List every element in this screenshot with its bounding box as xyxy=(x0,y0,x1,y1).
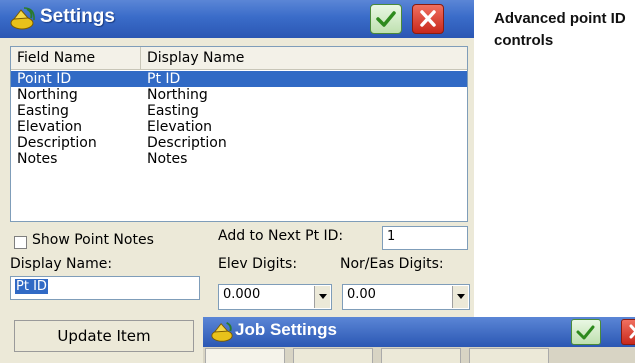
satellite-icon xyxy=(211,321,233,342)
elev-digits-select[interactable]: 0.000 xyxy=(218,284,332,310)
display-name: Description xyxy=(147,135,227,151)
job-title-bar: Job Settings xyxy=(203,317,635,347)
tab[interactable] xyxy=(205,348,285,363)
close-button[interactable] xyxy=(412,4,444,34)
elev-digits-value: 0.000 xyxy=(223,287,261,302)
list-header: Field Name Display Name xyxy=(11,47,467,70)
checkmark-icon xyxy=(376,11,396,27)
job-close-button[interactable] xyxy=(621,319,635,345)
field-name: Elevation xyxy=(17,119,83,135)
display-name-input[interactable]: Pt ID xyxy=(10,276,200,300)
column-header-field-name[interactable]: Field Name xyxy=(11,47,141,69)
title-bar: Settings xyxy=(0,0,474,38)
field-name: Point ID xyxy=(17,71,72,87)
display-name: Notes xyxy=(147,151,188,167)
close-icon xyxy=(629,324,635,339)
display-name: Northing xyxy=(147,87,208,103)
nor-eas-digits-label: Nor/Eas Digits: xyxy=(340,256,444,272)
elev-digits-label: Elev Digits: xyxy=(218,256,298,272)
tab[interactable] xyxy=(293,348,373,363)
job-settings-window: Job Settings xyxy=(203,317,635,363)
field-name: Northing xyxy=(17,87,78,103)
list-item[interactable]: Elevation Elevation xyxy=(11,119,467,135)
chevron-down-icon xyxy=(452,286,468,308)
chevron-down-icon xyxy=(314,286,330,308)
display-name: Pt ID xyxy=(147,71,181,87)
close-icon xyxy=(420,10,436,27)
nor-eas-digits-select[interactable]: 0.00 xyxy=(342,284,470,310)
display-name: Easting xyxy=(147,103,199,119)
field-name: Notes xyxy=(17,151,58,167)
field-name: Description xyxy=(17,135,97,151)
nor-eas-digits-value: 0.00 xyxy=(347,287,376,302)
window-title: Settings xyxy=(40,6,115,27)
list-item[interactable]: Notes Notes xyxy=(11,151,467,167)
job-tab-strip xyxy=(203,347,635,363)
show-point-notes-label: Show Point Notes xyxy=(32,232,154,248)
settings-window: Settings Field Name Display Name Point I… xyxy=(0,0,474,363)
display-name: Elevation xyxy=(147,119,213,135)
field-list[interactable]: Field Name Display Name Point ID Pt ID N… xyxy=(10,46,468,222)
column-header-display-name[interactable]: Display Name xyxy=(141,47,467,69)
checkmark-icon xyxy=(576,325,595,340)
caption-text: Advanced point ID controls xyxy=(494,10,626,49)
job-ok-button[interactable] xyxy=(571,319,601,345)
show-point-notes-checkbox[interactable] xyxy=(14,236,27,249)
field-name: Easting xyxy=(17,103,69,119)
list-item[interactable]: Easting Easting xyxy=(11,103,467,119)
update-item-button[interactable]: Update Item xyxy=(14,320,194,352)
list-item[interactable]: Northing Northing xyxy=(11,87,467,103)
display-name-value: Pt ID xyxy=(15,279,48,294)
display-name-label: Display Name: xyxy=(10,256,113,272)
tab[interactable] xyxy=(469,348,549,363)
list-item[interactable]: Description Description xyxy=(11,135,467,151)
add-next-pt-id-label: Add to Next Pt ID: xyxy=(218,228,344,244)
satellite-icon xyxy=(10,7,35,30)
job-window-title: Job Settings xyxy=(235,320,338,339)
tab[interactable] xyxy=(381,348,461,363)
ok-button[interactable] xyxy=(370,4,402,34)
add-next-pt-id-input[interactable]: 1 xyxy=(382,226,468,250)
list-item[interactable]: Point ID Pt ID xyxy=(11,71,467,87)
